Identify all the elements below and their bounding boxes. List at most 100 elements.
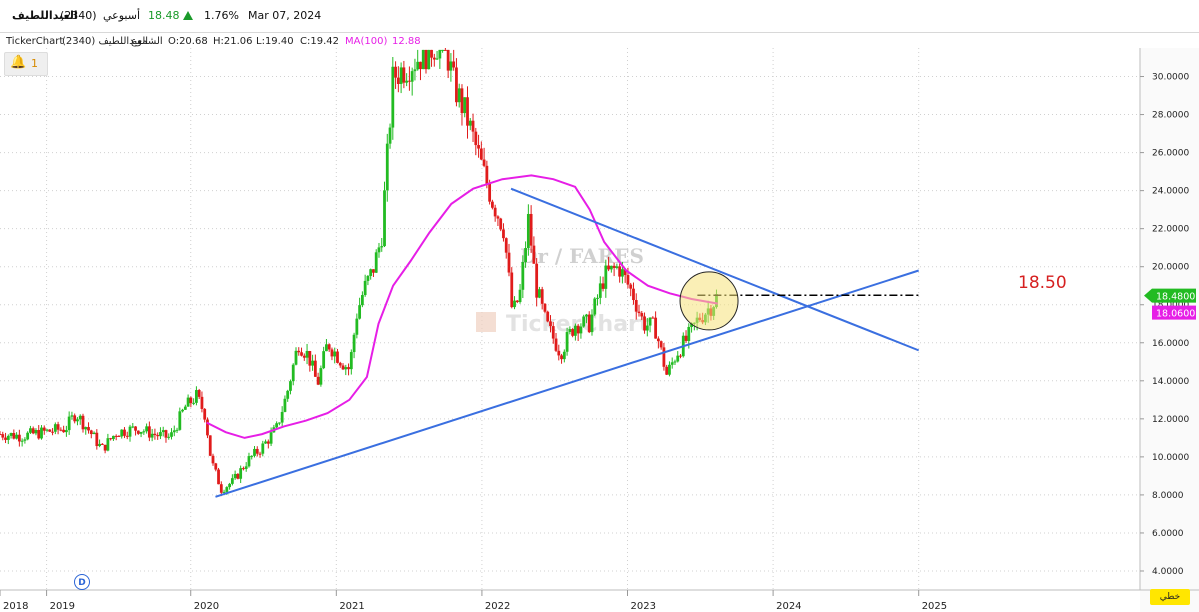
x-tick-label: 2019 [50, 601, 75, 612]
candle-body [402, 67, 406, 83]
source-label: TickerChart [6, 36, 64, 47]
candle-body [441, 49, 445, 51]
candle-body [521, 262, 525, 290]
candle-body [471, 120, 475, 132]
candle-body [253, 448, 256, 456]
candle-body [518, 289, 522, 303]
candle-body [621, 269, 624, 277]
candle-body [612, 265, 616, 268]
candle-body [551, 326, 555, 339]
candle-body [286, 390, 290, 399]
candle-body [385, 143, 389, 191]
candle-body [399, 67, 403, 84]
candle-body [45, 429, 49, 431]
watermark: Dr / FARES TickerChart [476, 244, 650, 337]
candle-body [526, 213, 530, 249]
candle-body [294, 350, 298, 365]
candle-body [92, 432, 96, 435]
candle-body [427, 49, 431, 70]
price-chart[interactable]: Dr / FARES TickerChart 18.50 4.0000 6.000… [0, 48, 1199, 612]
candle-body [648, 317, 652, 326]
candle-body [17, 434, 21, 442]
candle-body [225, 487, 229, 492]
candle-body [327, 344, 331, 350]
high-value: H:21.06 [213, 36, 253, 47]
close-value: C:19.42 [300, 36, 339, 47]
candle-body [668, 364, 671, 375]
x-tick-label: 2025 [922, 601, 947, 612]
candle-body [336, 351, 339, 363]
candle-body [463, 97, 467, 114]
candle-body [95, 432, 99, 447]
candle-body [23, 439, 27, 441]
candle-body [651, 317, 655, 319]
alerts-button[interactable]: 🔔 1 [4, 52, 48, 76]
line-mode-button[interactable]: خطي [1150, 589, 1190, 605]
candle-body [26, 432, 30, 440]
candle-body [488, 183, 492, 202]
candle-body [587, 314, 591, 333]
candle-body [6, 435, 10, 440]
y-tick-label: 24.0000 [1152, 187, 1189, 197]
candle-body [341, 365, 345, 370]
x-tick-label: 2018 [3, 601, 28, 612]
candle-body [170, 432, 173, 437]
candle-body [289, 381, 292, 391]
candle-body [330, 349, 334, 357]
candle-body [189, 397, 193, 404]
candle-body [640, 313, 644, 317]
candle-body [607, 265, 610, 270]
candle-body [380, 246, 384, 248]
candle-body [615, 266, 619, 268]
candle-body [609, 265, 613, 270]
candle-body [156, 435, 160, 437]
candle-body [562, 351, 566, 360]
author-watermark: Dr / FARES [520, 244, 644, 268]
candle-body [532, 245, 536, 264]
candle-body [430, 49, 433, 58]
dividend-marker[interactable]: D [74, 574, 90, 590]
symbol-code: (2340) [60, 9, 97, 22]
candle-body [145, 426, 149, 432]
candle-body [377, 247, 381, 253]
candle-body [452, 61, 456, 68]
candle-body [363, 280, 367, 296]
candle-body [147, 426, 151, 438]
period-selector[interactable]: أسبوعي [103, 9, 140, 22]
last-price: 18.48 [148, 9, 180, 22]
candle-body [507, 252, 511, 273]
candle-body [435, 58, 439, 60]
candle-body [100, 443, 104, 445]
candle-body [277, 422, 281, 424]
candle-body [554, 338, 558, 351]
ma-label[interactable]: MA(100) [345, 36, 387, 47]
candle-body [64, 430, 68, 433]
candles [0, 48, 718, 497]
candle-body [529, 213, 533, 246]
candle-body [244, 466, 248, 469]
candle-body [449, 61, 453, 71]
candle-body [549, 321, 552, 327]
candle-body [261, 443, 265, 454]
x-tick-label: 2024 [776, 601, 801, 612]
candle-body [264, 441, 267, 444]
candle-body [344, 367, 348, 370]
candle-body [37, 430, 41, 439]
candle-body [466, 97, 469, 126]
y-tick-label: 12.0000 [1152, 415, 1189, 425]
candle-body [186, 397, 190, 407]
x-tick-label: 2023 [631, 601, 656, 612]
candle-body [230, 478, 234, 484]
quote-date: Mar 07, 2024 [248, 9, 322, 22]
y-tick-label: 20.0000 [1152, 263, 1189, 273]
candle-body [242, 468, 245, 470]
candle-body [136, 430, 140, 434]
candle-body [670, 362, 674, 365]
candle-body [20, 440, 24, 442]
candle-body [40, 427, 43, 439]
candle-body [183, 406, 187, 410]
candle-body [333, 351, 337, 357]
candle-body [535, 263, 539, 298]
candle-body [73, 415, 77, 422]
candle-body [352, 334, 356, 353]
